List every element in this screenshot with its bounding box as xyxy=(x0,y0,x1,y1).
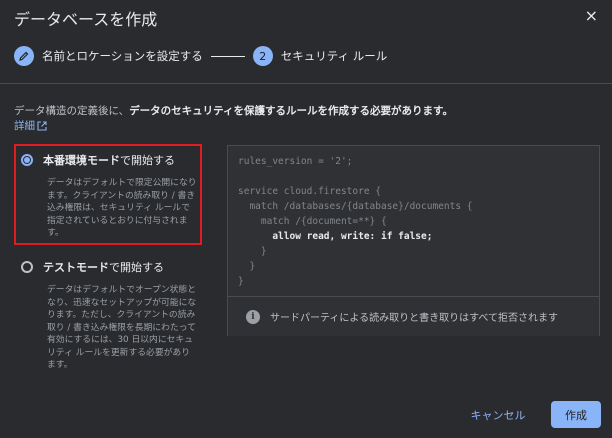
description-prefix: データ構造の定義後に、 xyxy=(14,105,130,117)
code-line: } xyxy=(238,261,256,272)
test-desc: データはデフォルトでオープン状態となり、迅速なセットアップが可能になります。ただ… xyxy=(47,285,197,370)
production-bold: 本番環境モード xyxy=(43,154,120,167)
stepper: 名前とロケーションを設定する 2 セキュリティ ルール xyxy=(14,45,387,67)
dialog-title: データベースを作成 xyxy=(14,10,158,29)
code-line: rules_version = '2'; xyxy=(238,156,353,167)
description: データ構造の定義後に、データのセキュリティを保護するルールを作成する必要がありま… xyxy=(14,103,453,118)
step2-label: セキュリティ ルール xyxy=(280,49,388,63)
code-line: } xyxy=(238,246,267,257)
production-desc: データはデフォルトで限定公開になります。クライアントの読み取り / 書き込み権限… xyxy=(47,178,197,238)
info-box: i サードパーティによる読み取りと書き取りはすべて拒否されます xyxy=(228,296,599,336)
create-button[interactable]: 作成 xyxy=(551,401,601,428)
option-test[interactable]: テストモード で開始する xyxy=(21,259,164,275)
code-line: allow read, write: if false; xyxy=(238,231,433,242)
pencil-icon[interactable] xyxy=(14,46,34,66)
code-line: service cloud.firestore { xyxy=(238,186,381,197)
test-rest: で開始する xyxy=(109,261,164,274)
details-link[interactable]: 詳細 xyxy=(14,118,47,133)
test-bold: テストモード xyxy=(43,261,109,274)
header-divider xyxy=(0,83,612,84)
code-line: match /{document=**} { xyxy=(238,216,387,227)
step-connector xyxy=(210,55,245,57)
external-link-icon xyxy=(37,120,47,131)
code-line: match /databases/{database}/documents { xyxy=(238,201,473,212)
radio-test[interactable] xyxy=(21,261,33,273)
option-production[interactable]: 本番環境モード で開始する xyxy=(21,152,175,168)
rules-code: rules_version = '2'; service cloud.fires… xyxy=(238,154,473,289)
radio-production[interactable] xyxy=(21,154,33,166)
close-icon[interactable]: × xyxy=(585,6,598,25)
cancel-button[interactable]: キャンセル xyxy=(462,403,534,427)
info-icon: i xyxy=(246,309,260,324)
step1-label[interactable]: 名前とロケーションを設定する xyxy=(42,48,203,64)
production-rest: で開始する xyxy=(120,154,175,167)
description-bold: データのセキュリティを保護するルールを作成する必要があります。 xyxy=(129,105,454,117)
step2-number: 2 xyxy=(252,46,273,66)
code-line: } xyxy=(238,276,244,287)
details-link-label[interactable]: 詳細 xyxy=(14,118,35,133)
info-text: サードパーティによる読み取りと書き取りはすべて拒否されます xyxy=(270,313,558,324)
